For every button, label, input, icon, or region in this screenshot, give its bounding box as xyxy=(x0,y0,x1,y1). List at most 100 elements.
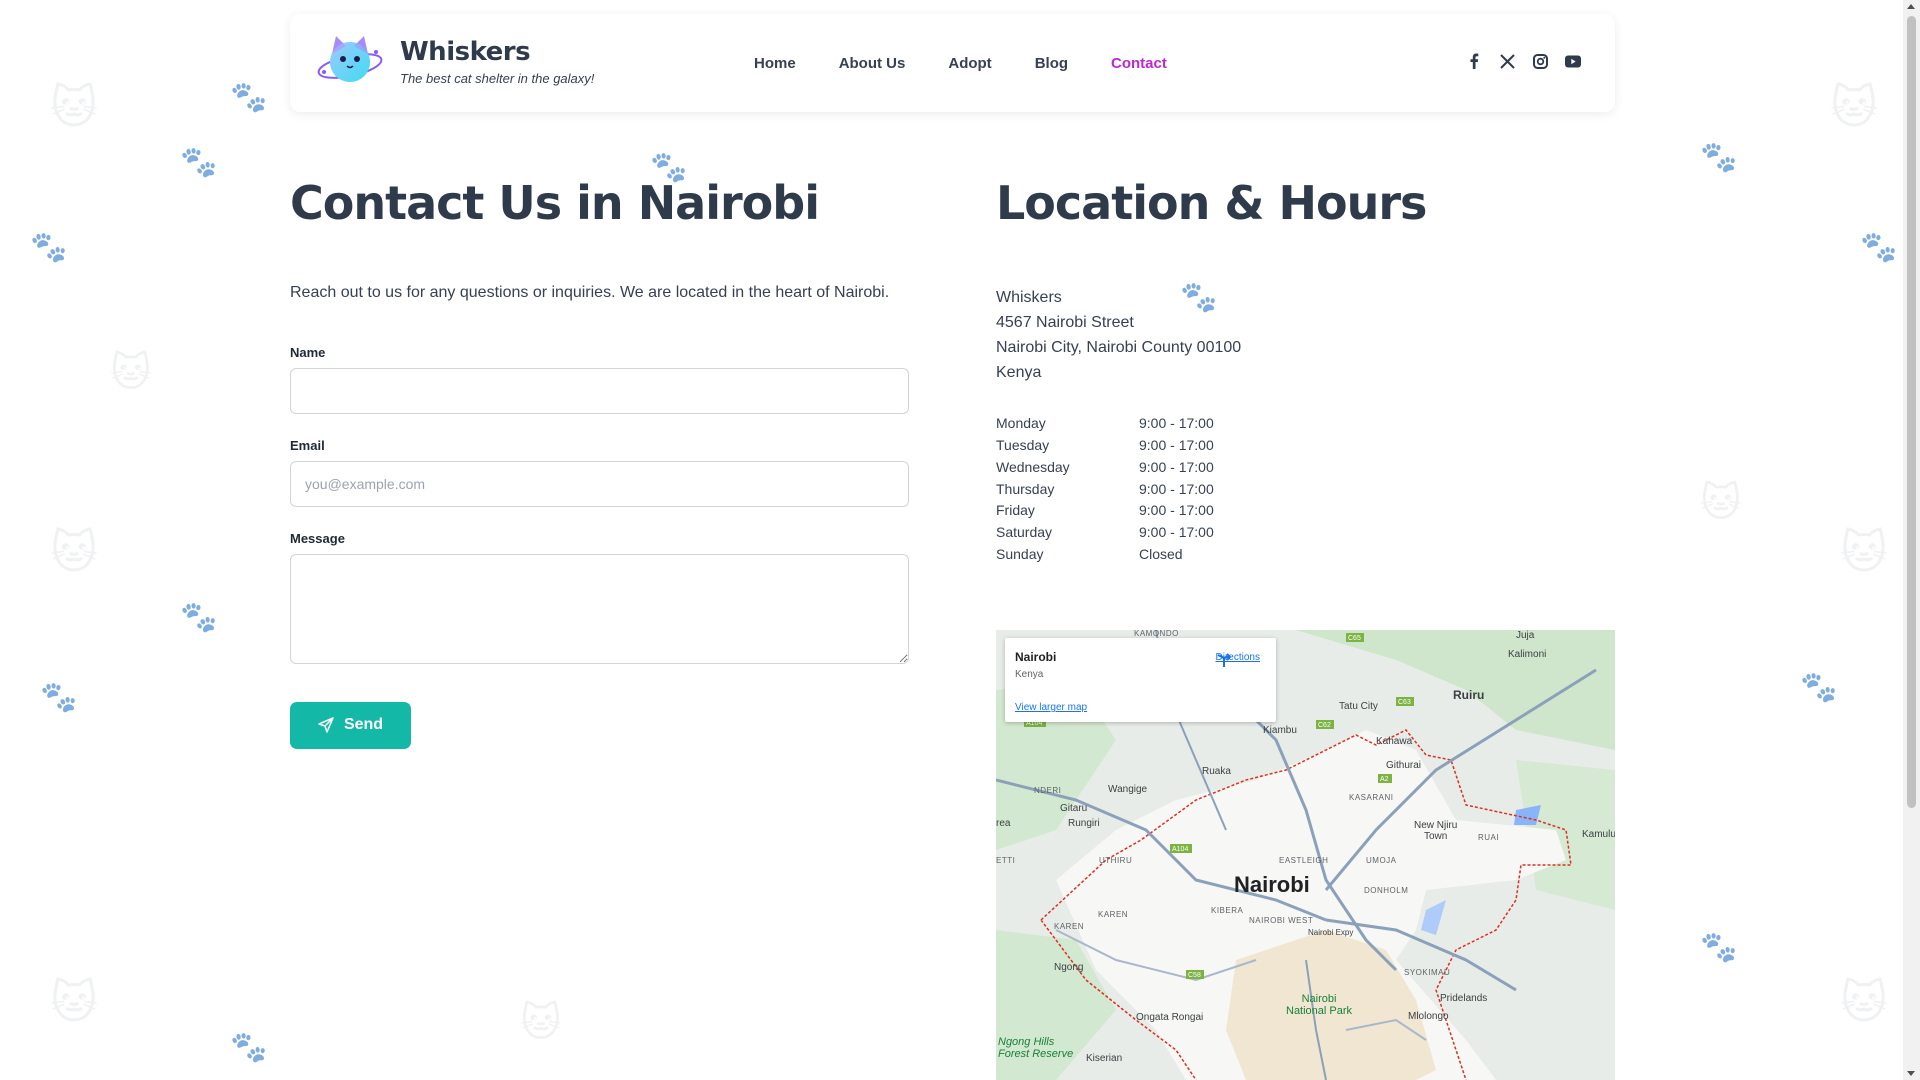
map-card-place: Nairobi xyxy=(1015,650,1057,664)
hours-day: Monday xyxy=(996,415,1046,432)
contact-intro: Reach out to us for any questions or inq… xyxy=(290,283,890,301)
directions-button[interactable]: Directions xyxy=(1216,652,1260,667)
main-nav: Home About Us Adopt Blog Contact xyxy=(754,14,1167,112)
page-scrollbar[interactable] xyxy=(1903,0,1920,1080)
address-line: Whiskers xyxy=(996,288,1062,306)
hours-time: 9:00 - 17:00 xyxy=(1139,523,1214,540)
hours-row: Friday 9:00 - 17:00 xyxy=(996,499,1615,521)
hours-row: Thursday 9:00 - 17:00 xyxy=(996,478,1615,500)
hours-time: 9:00 - 17:00 xyxy=(1139,458,1214,475)
map-card-country: Kenya xyxy=(1015,669,1044,680)
name-input[interactable] xyxy=(290,367,909,414)
contact-title: Contact Us in Nairobi xyxy=(290,176,820,230)
message-textarea[interactable] xyxy=(290,553,909,664)
map-label: Kiambu xyxy=(1263,725,1297,736)
address-line: 4567 Nairobi Street xyxy=(996,313,1134,331)
map-label: Juja xyxy=(1516,630,1535,641)
address-block: Whiskers 4567 Nairobi Street Nairobi Cit… xyxy=(996,285,1615,385)
map-label: Kahawa xyxy=(1376,736,1413,747)
map-label: rea xyxy=(996,818,1011,829)
embedded-map[interactable]: C65 C63 C62 A2 A104 A104 C58 KAMONDO Juj… xyxy=(996,630,1615,1080)
road-shield: A104 xyxy=(1172,846,1188,853)
map-label: New Njiru Town xyxy=(1414,820,1458,842)
hours-table: Monday 9:00 - 17:00 Tuesday 9:00 - 17:00 W… xyxy=(996,413,1615,565)
brand[interactable]: Whiskers The best cat shelter in the gal… xyxy=(316,32,594,90)
hours-day: Friday xyxy=(996,502,1035,519)
hours-row: Saturday 9:00 - 17:00 xyxy=(996,521,1615,543)
map-label: Kiserian xyxy=(1086,1053,1123,1064)
map-label: Ruiru xyxy=(1453,688,1485,702)
map-label: Pridelands xyxy=(1440,993,1488,1004)
paper-plane-icon xyxy=(318,717,334,733)
location-title: Location & Hours xyxy=(996,176,1427,230)
map-label: DONHOLM xyxy=(1364,886,1409,895)
address-line: Nairobi City, Nairobi County 00100 xyxy=(996,338,1242,356)
map-label: Nairobi National Park xyxy=(1286,993,1353,1017)
brand-name: Whiskers xyxy=(400,36,531,67)
scroll-down-arrow[interactable] xyxy=(1907,1071,1915,1076)
hours-row: Tuesday 9:00 - 17:00 xyxy=(996,434,1615,456)
hours-time: Closed xyxy=(1139,545,1183,562)
road-shield: C58 xyxy=(1188,972,1201,979)
location-section: Location & Hours Whiskers 4567 Nairobi S… xyxy=(996,178,1615,564)
map-label: NDERI xyxy=(1034,786,1062,795)
instagram-icon[interactable] xyxy=(1532,52,1548,70)
hours-time: 9:00 - 17:00 xyxy=(1139,480,1214,497)
map-label: KAREN xyxy=(1054,922,1085,931)
map-label: Kamulu xyxy=(1582,829,1615,840)
map-label: Wangige xyxy=(1108,784,1148,795)
map-label: EASTLEIGH xyxy=(1279,856,1329,865)
directions-icon xyxy=(1217,653,1231,667)
x-twitter-icon[interactable] xyxy=(1499,52,1515,70)
view-larger-map-link[interactable]: View larger map xyxy=(1015,702,1087,713)
map-city-label: Nairobi xyxy=(1234,872,1310,897)
map-info-card: Nairobi Kenya View larger map Directions xyxy=(1005,638,1276,722)
nav-contact[interactable]: Contact xyxy=(1111,55,1167,72)
hours-time: 9:00 - 17:00 xyxy=(1139,437,1214,454)
email-input[interactable] xyxy=(290,460,909,507)
hours-day: Sunday xyxy=(996,545,1044,562)
map-label: KIBERA xyxy=(1211,906,1244,915)
map-label: KAMONDO xyxy=(1134,630,1179,638)
map-label: KAREN xyxy=(1098,910,1129,919)
hours-row: Monday 9:00 - 17:00 xyxy=(996,413,1615,435)
hours-time: 9:00 - 17:00 xyxy=(1139,502,1214,519)
hours-row: Wednesday 9:00 - 17:00 xyxy=(996,456,1615,478)
map-label: Ruaka xyxy=(1202,766,1231,777)
road-shield: A2 xyxy=(1380,776,1389,783)
page: Whiskers The best cat shelter in the gal… xyxy=(0,0,1920,1080)
road-shield: C62 xyxy=(1318,722,1331,729)
map-label: Rungiri xyxy=(1068,818,1100,829)
nav-adopt[interactable]: Adopt xyxy=(948,55,991,72)
nav-home[interactable]: Home xyxy=(754,55,796,72)
map-label: UMOJA xyxy=(1366,856,1397,865)
send-button[interactable]: Send xyxy=(290,701,411,749)
map-label: Ngong Hills Forest Reserve xyxy=(998,1036,1074,1060)
hours-day: Wednesday xyxy=(996,458,1070,475)
map-label: Mlolongo xyxy=(1408,1011,1449,1022)
hours-row: Sunday Closed xyxy=(996,543,1615,565)
contact-section: Contact Us in Nairobi Reach out to us fo… xyxy=(290,178,909,749)
youtube-icon[interactable] xyxy=(1565,52,1581,70)
address-line: Kenya xyxy=(996,363,1042,381)
scroll-thumb[interactable] xyxy=(1907,16,1916,808)
hours-day: Tuesday xyxy=(996,437,1050,454)
road-shield: C63 xyxy=(1398,699,1411,706)
map-label: NAIROBI WEST xyxy=(1249,916,1314,925)
name-label: Name xyxy=(290,344,326,360)
map-label: Kalimoni xyxy=(1508,649,1547,660)
map-label: Tatu City xyxy=(1339,701,1378,712)
map-label: Gitaru xyxy=(1060,803,1088,814)
nav-about-us[interactable]: About Us xyxy=(839,55,906,72)
hours-time: 9:00 - 17:00 xyxy=(1139,415,1214,432)
hours-day: Saturday xyxy=(996,523,1053,540)
nav-blog[interactable]: Blog xyxy=(1035,55,1068,72)
hours-day: Thursday xyxy=(996,480,1055,497)
name-field-group: Name xyxy=(290,345,909,414)
road-shield: C65 xyxy=(1348,635,1361,642)
message-label: Message xyxy=(290,530,345,546)
facebook-icon[interactable] xyxy=(1466,52,1482,70)
social-links xyxy=(1466,52,1581,70)
map-label: Ngong xyxy=(1054,962,1084,973)
scroll-up-arrow[interactable] xyxy=(1907,4,1915,9)
